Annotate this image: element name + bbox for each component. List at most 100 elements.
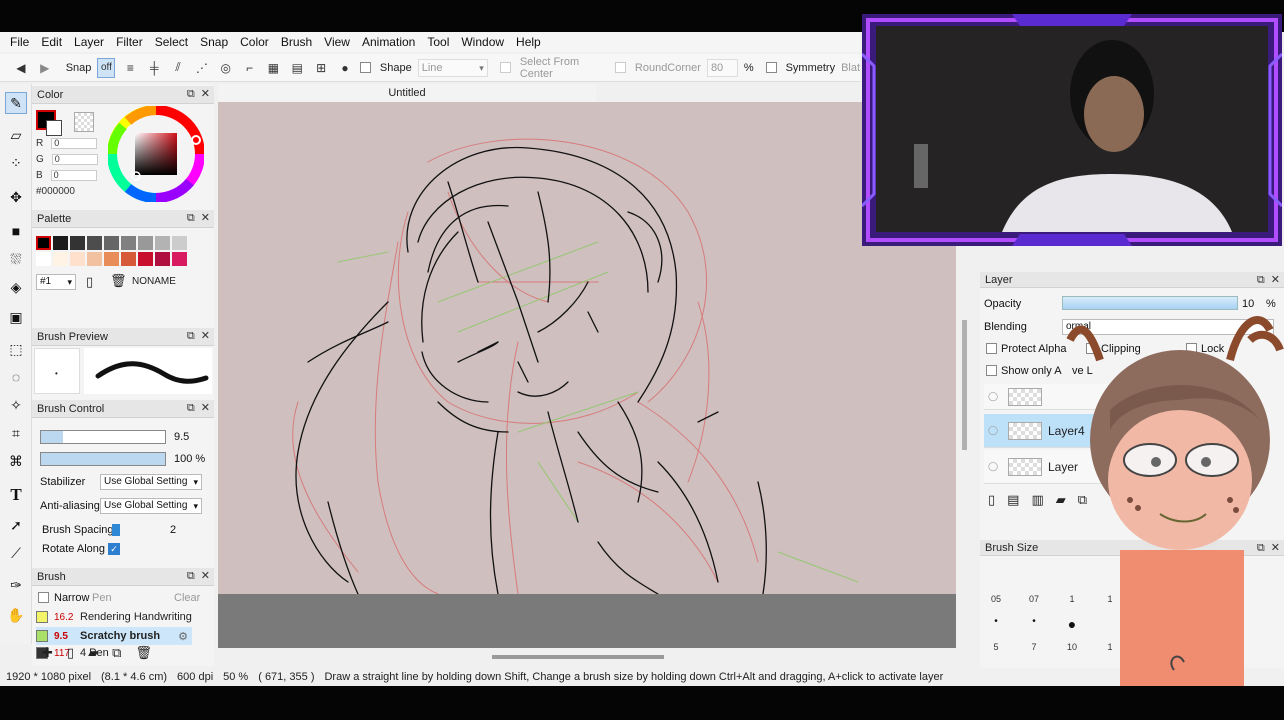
hex-value[interactable]: #000000 <box>36 186 75 197</box>
close-icon[interactable]: ✕ <box>1271 274 1280 286</box>
palette-swatch[interactable] <box>53 236 68 250</box>
palette-swatch[interactable] <box>172 252 187 266</box>
brush-item[interactable]: 16.2 Rendering Handwriting <box>36 608 192 626</box>
brush-folder-icon[interactable]: ▰ <box>88 645 98 661</box>
palette-swatch[interactable] <box>121 236 136 250</box>
snap-off-button[interactable]: off <box>97 57 116 78</box>
snap-diagonal-icon[interactable]: ⫽ <box>169 58 187 78</box>
gradient-tool-icon[interactable]: ▣ <box>5 306 27 328</box>
symmetry-checkbox[interactable] <box>765 62 780 74</box>
palette-swatch[interactable] <box>87 252 102 266</box>
brush-filter-input[interactable]: Pen <box>92 592 112 604</box>
palette-swatch[interactable] <box>138 252 153 266</box>
palette-swatch[interactable] <box>138 236 153 250</box>
brush-size-option[interactable]: 5 <box>988 642 1004 652</box>
menu-brush[interactable]: Brush <box>275 35 318 49</box>
palette-swatch[interactable] <box>104 236 119 250</box>
close-icon[interactable]: ✕ <box>201 330 210 342</box>
divide-tool-icon[interactable]: ⟋ <box>5 542 27 564</box>
palette-index-select[interactable]: #1 <box>36 274 76 290</box>
palette-swatch[interactable] <box>155 236 170 250</box>
float-icon[interactable]: ⧉ <box>187 402 195 414</box>
palette-swatch[interactable] <box>87 236 102 250</box>
new-brush-icon[interactable]: ▯ <box>67 645 74 661</box>
close-icon[interactable]: ✕ <box>201 570 210 582</box>
snap-cross-icon[interactable]: ╪ <box>145 58 163 78</box>
new-layer-icon[interactable]: ▯ <box>988 492 995 508</box>
brush-size-slider[interactable] <box>40 430 166 444</box>
undo-icon[interactable]: ◀ <box>12 58 30 78</box>
snap-perspective-icon[interactable]: ⋰ <box>193 58 211 78</box>
g-input[interactable]: 0 <box>51 154 98 165</box>
new-palette-icon[interactable]: ▯ <box>86 274 93 290</box>
vertical-scrollbar[interactable] <box>962 320 967 450</box>
color-wheel[interactable] <box>108 106 204 202</box>
snap-circle-icon[interactable]: ◎ <box>217 58 235 78</box>
copy-brush-icon[interactable]: ⧉ <box>112 645 121 661</box>
roundcorner-input[interactable]: 80 <box>706 58 738 77</box>
close-icon[interactable]: ✕ <box>201 402 210 414</box>
select-pen-tool-icon[interactable]: ⌗ <box>5 422 27 444</box>
palette-swatch[interactable] <box>53 252 68 266</box>
r-input[interactable]: 0 <box>51 138 98 149</box>
palette-swatch[interactable] <box>36 236 51 250</box>
float-icon[interactable]: ⧉ <box>1257 274 1265 286</box>
shape-checkbox[interactable] <box>359 62 374 74</box>
antialias-select[interactable]: Use Global Setting <box>100 498 202 514</box>
background-color-swatch[interactable] <box>46 120 62 136</box>
eyedropper-tool-icon[interactable]: ✑ <box>5 574 27 596</box>
select-from-center-checkbox[interactable] <box>499 62 514 74</box>
menu-window[interactable]: Window <box>455 35 510 49</box>
select-eraser-tool-icon[interactable]: ⌘ <box>5 450 27 472</box>
menu-animation[interactable]: Animation <box>356 35 421 49</box>
hand-tool-icon[interactable]: ✋ <box>5 604 27 626</box>
close-icon[interactable]: ✕ <box>201 88 210 100</box>
delete-palette-icon[interactable]: 🗑 <box>110 273 127 289</box>
menu-select[interactable]: Select <box>149 35 194 49</box>
brush-size-option[interactable]: 05 <box>988 594 1004 604</box>
brush-size-option[interactable]: 7 <box>1026 642 1042 652</box>
narrow-checkbox[interactable] <box>38 592 49 603</box>
brush-size-option[interactable]: 07 <box>1026 594 1042 604</box>
horizontal-scrollbar[interactable] <box>492 655 664 659</box>
menu-help[interactable]: Help <box>510 35 547 49</box>
canvas-tab[interactable]: Untitled <box>218 84 596 102</box>
menu-file[interactable]: File <box>4 35 35 49</box>
brush-spacing-slider[interactable] <box>112 524 120 536</box>
brush-tool-icon[interactable]: ✎ <box>5 92 27 114</box>
float-icon[interactable]: ⧉ <box>187 88 195 100</box>
snap-point-icon[interactable]: ● <box>336 58 354 78</box>
layer-visibility-icon[interactable]: ◯ <box>984 461 1002 472</box>
rect-select-tool-icon[interactable]: ⬚ <box>5 338 27 360</box>
new-layer-8bit-icon[interactable]: ▤ <box>1007 492 1019 508</box>
layer-visibility-icon[interactable]: ◯ <box>984 391 1002 402</box>
protect-alpha-checkbox[interactable] <box>986 343 997 354</box>
dot-tool-icon[interactable]: ⁘ <box>5 152 27 174</box>
new-layer-1bit-icon[interactable]: ▥ <box>1031 492 1043 508</box>
snap-grid-icon[interactable]: ▦ <box>265 58 283 78</box>
rotate-along-checkbox[interactable]: ✓ <box>108 543 120 555</box>
snap-grid2-icon[interactable]: ▤ <box>288 58 306 78</box>
menu-color[interactable]: Color <box>234 35 275 49</box>
palette-swatch[interactable] <box>155 252 170 266</box>
drawing-canvas[interactable] <box>218 102 956 594</box>
brush-settings-gear-icon[interactable]: ⚙ <box>178 630 188 643</box>
fill-rect-tool-icon[interactable]: ■ <box>5 220 27 242</box>
transparent-color-swatch[interactable] <box>74 112 94 132</box>
close-icon[interactable]: ✕ <box>201 212 210 224</box>
text-tool-icon[interactable]: T <box>5 484 27 506</box>
palette-swatch[interactable] <box>70 252 85 266</box>
float-icon[interactable]: ⧉ <box>187 330 195 342</box>
float-icon[interactable]: ⧉ <box>187 570 195 582</box>
brush-clear-button[interactable]: Clear <box>174 592 200 604</box>
bucket-tool-icon[interactable]: ⛆ <box>5 248 27 270</box>
snap-vanish-icon[interactable]: ⊞ <box>312 58 330 78</box>
menu-filter[interactable]: Filter <box>110 35 149 49</box>
magic-wand-tool-icon[interactable]: ✧ <box>5 394 27 416</box>
delete-brush-icon[interactable]: 🗑 <box>135 645 152 661</box>
snap-curve-icon[interactable]: ⌐ <box>241 58 259 78</box>
float-icon[interactable]: ⧉ <box>187 212 195 224</box>
brush-size-dot[interactable]: • <box>988 616 1004 632</box>
palette-swatch[interactable] <box>172 236 187 250</box>
fill-tool-icon[interactable]: ◈ <box>5 276 27 298</box>
